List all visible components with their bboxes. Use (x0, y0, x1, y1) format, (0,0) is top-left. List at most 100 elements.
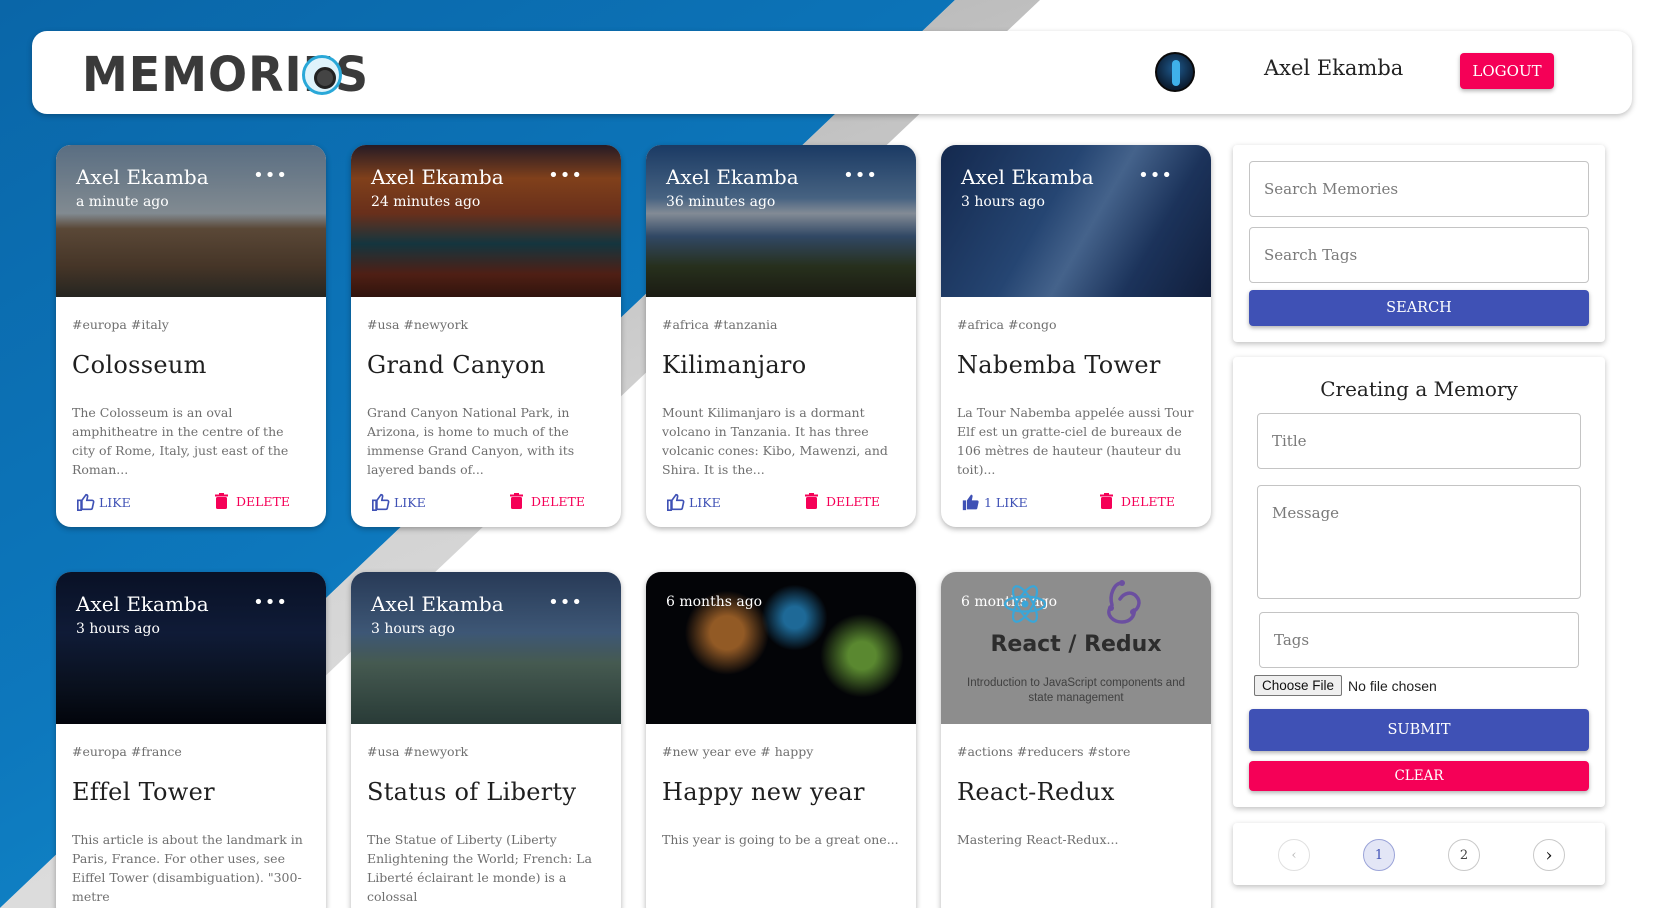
like-label: LIKE (689, 494, 721, 510)
like-button[interactable]: LIKE (76, 493, 131, 511)
redux-logo-icon (1107, 580, 1141, 624)
post-author: Axel Ekamba (961, 165, 1094, 189)
trash-icon (1099, 493, 1113, 509)
post-card: 6 months ago React / Redux Introduction … (941, 572, 1211, 908)
brand-logo-icon (302, 55, 342, 95)
post-time: 36 minutes ago (666, 194, 776, 210)
post-media: Axel Ekamba 3 hours ago ••• (351, 572, 621, 724)
like-label: LIKE (394, 494, 426, 510)
like-button[interactable]: LIKE (666, 493, 721, 511)
thumb-up-outline-icon (666, 493, 686, 511)
pagination: ‹ 1 2 › (1233, 823, 1605, 885)
post-title: Nabemba Tower (957, 351, 1161, 379)
post-media: Axel Ekamba a minute ago ••• (56, 145, 326, 297)
page-button-1[interactable]: 1 (1363, 839, 1395, 871)
post-time: 6 months ago (666, 594, 763, 610)
file-status: No file chosen (1348, 677, 1437, 694)
post-message: This article is about the landmark in Pa… (72, 832, 303, 904)
trash-icon (509, 493, 523, 509)
post-media: Axel Ekamba 36 minutes ago ••• (646, 145, 916, 297)
post-message: This year is going to be a great one... (662, 832, 899, 847)
more-options-icon[interactable]: ••• (253, 167, 288, 185)
like-button[interactable]: 1 LIKE (961, 493, 1028, 511)
delete-button[interactable]: DELETE (804, 493, 880, 509)
more-options-icon[interactable]: ••• (843, 167, 878, 185)
post-card: Axel Ekamba a minute ago ••• #europa #it… (56, 145, 326, 527)
post-card: Axel Ekamba 24 minutes ago ••• #usa #new… (351, 145, 621, 527)
media-subtitle: Introduction to JavaScript components an… (967, 677, 1185, 704)
post-tags: #africa #congo (957, 317, 1057, 332)
search-panel: SEARCH (1233, 145, 1605, 342)
more-options-icon[interactable]: ••• (253, 594, 288, 612)
message-textarea[interactable] (1257, 485, 1581, 599)
post-tags: #actions #reducers #store (957, 744, 1131, 759)
next-page-button[interactable]: › (1533, 839, 1565, 871)
post-time: 24 minutes ago (371, 194, 481, 210)
chevron-right-icon: › (1545, 844, 1553, 866)
more-options-icon[interactable]: ••• (1138, 167, 1173, 185)
delete-button[interactable]: DELETE (214, 493, 290, 509)
delete-button[interactable]: DELETE (509, 493, 585, 509)
post-tags: #new year eve # happy (662, 744, 814, 759)
delete-button[interactable]: DELETE (1099, 493, 1175, 509)
post-title: Kilimanjaro (662, 351, 807, 379)
trash-icon (804, 493, 818, 509)
react-atom-icon (1003, 585, 1047, 623)
post-title: Grand Canyon (367, 351, 546, 379)
previous-page-button[interactable]: ‹ (1278, 839, 1310, 871)
choose-file-button[interactable]: Choose File (1254, 675, 1343, 696)
post-message: Mastering React-Redux... (957, 832, 1119, 847)
like-label: 1 LIKE (984, 494, 1028, 510)
post-card: Axel Ekamba 36 minutes ago ••• #africa #… (646, 145, 916, 527)
post-media: Axel Ekamba 24 minutes ago ••• (351, 145, 621, 297)
search-tags-input[interactable] (1249, 227, 1589, 283)
post-card: 6 months ago #new year eve # happy Happy… (646, 572, 916, 908)
post-time: a minute ago (76, 194, 169, 210)
clear-button[interactable]: CLEAR (1249, 761, 1589, 791)
post-tags: #usa #newyork (367, 317, 469, 332)
file-input: Choose File No file chosen (1254, 675, 1437, 696)
more-options-icon[interactable]: ••• (548, 594, 583, 612)
like-button[interactable]: LIKE (371, 493, 426, 511)
trash-icon (214, 493, 228, 509)
user-avatar[interactable] (1155, 52, 1195, 92)
post-media: 6 months ago React / Redux Introduction … (941, 572, 1211, 724)
delete-label: DELETE (825, 493, 880, 509)
delete-label: DELETE (530, 493, 585, 509)
logout-button[interactable]: LOGOUT (1460, 53, 1554, 89)
post-tags: #usa #newyork (367, 744, 469, 759)
post-message: La Tour Nabemba appelée aussi Tour Elf e… (957, 405, 1194, 477)
post-title: Colosseum (72, 351, 207, 379)
post-title: Status of Liberty (367, 778, 577, 806)
post-author: Axel Ekamba (371, 592, 504, 616)
search-button[interactable]: SEARCH (1249, 290, 1589, 326)
thumb-up-outline-icon (76, 493, 96, 511)
tags-input[interactable] (1259, 612, 1579, 668)
post-message: The Colosseum is an oval amphitheatre in… (72, 405, 289, 477)
post-media: Axel Ekamba 3 hours ago ••• (941, 145, 1211, 297)
post-author: Axel Ekamba (371, 165, 504, 189)
submit-button[interactable]: SUBMIT (1249, 709, 1589, 751)
chevron-left-icon: ‹ (1291, 847, 1297, 863)
title-input[interactable] (1257, 413, 1581, 469)
post-message: Mount Kilimanjaro is a dormant volcano i… (662, 405, 888, 477)
more-options-icon[interactable]: ••• (548, 167, 583, 185)
delete-label: DELETE (235, 493, 290, 509)
post-card: Axel Ekamba 3 hours ago ••• #europa #fra… (56, 572, 326, 908)
post-title: Happy new year (662, 778, 865, 806)
thumb-up-icon (961, 493, 981, 511)
delete-label: DELETE (1120, 493, 1175, 509)
post-time: 3 hours ago (371, 621, 455, 637)
app-bar: MEMORIES Axel Ekamba LOGOUT (32, 31, 1632, 114)
post-title: Effel Tower (72, 778, 215, 806)
post-author: Axel Ekamba (76, 165, 209, 189)
post-message: Grand Canyon National Park, in Arizona, … (367, 405, 575, 477)
post-media: 6 months ago (646, 572, 916, 724)
post-tags: #europa #france (72, 744, 182, 759)
post-tags: #europa #italy (72, 317, 169, 332)
post-title: React-Redux (957, 778, 1115, 806)
post-author: Axel Ekamba (666, 165, 799, 189)
page-button-2[interactable]: 2 (1448, 839, 1480, 871)
search-memories-input[interactable] (1249, 161, 1589, 217)
post-time: 3 hours ago (76, 621, 160, 637)
